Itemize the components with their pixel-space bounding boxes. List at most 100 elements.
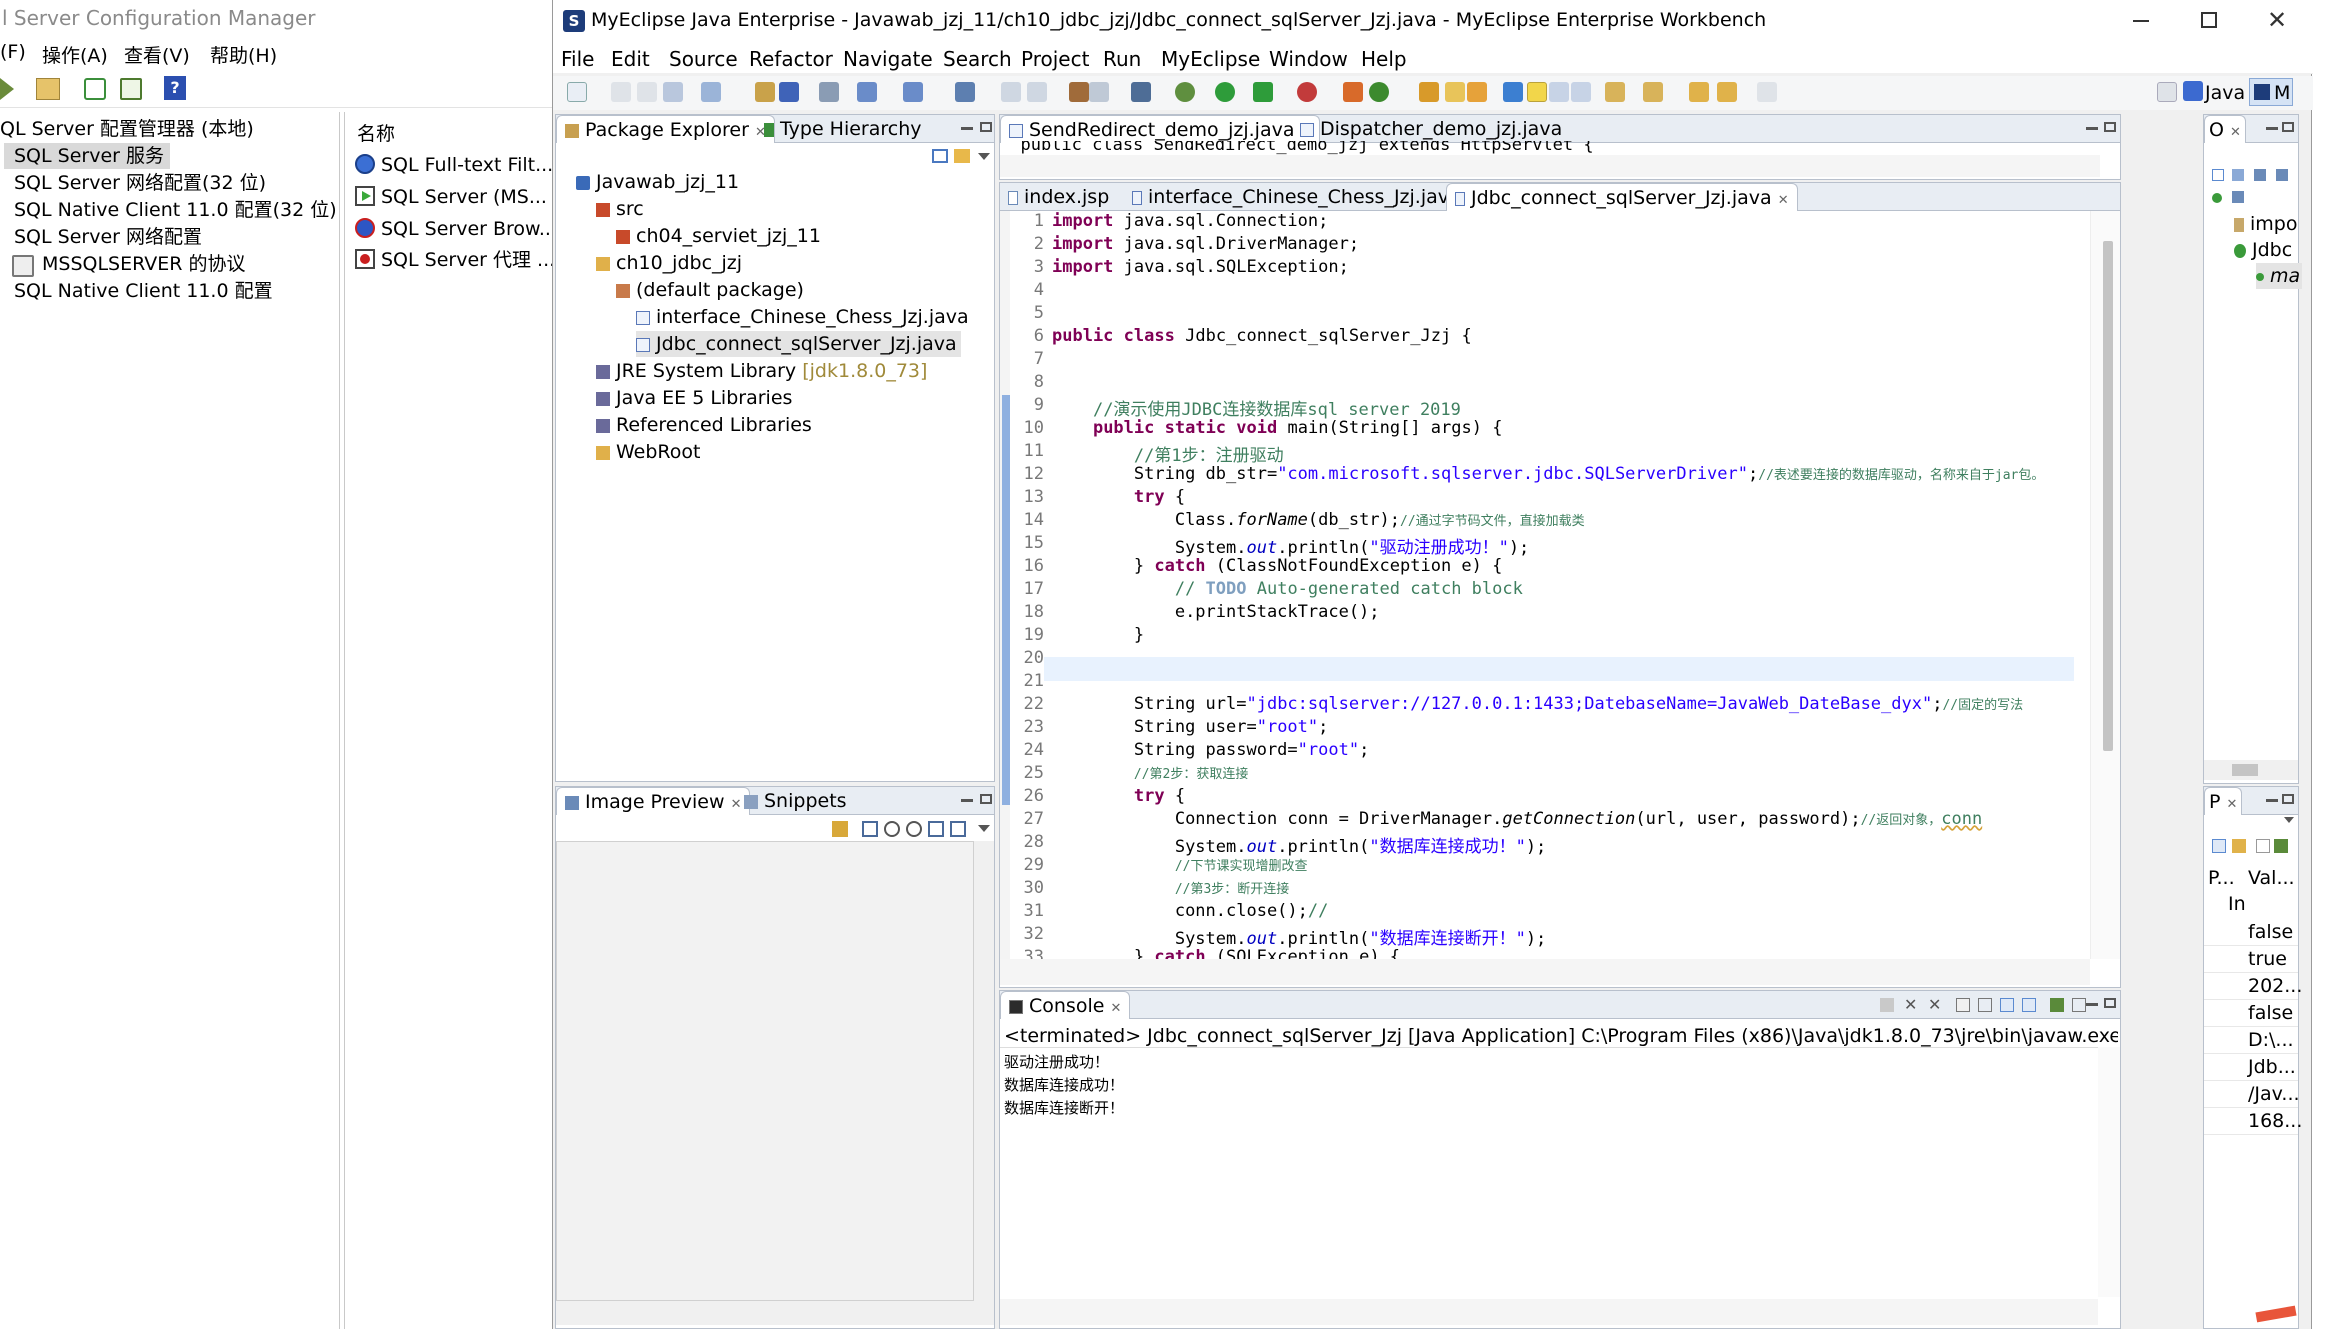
show-stdout-icon[interactable] (2000, 998, 2014, 1012)
tab-image-preview[interactable]: Image Preview ✕ (556, 787, 751, 815)
menu-edit[interactable]: Edit (611, 47, 650, 71)
vertical-scrollbar[interactable] (2090, 211, 2120, 959)
menu-refactor[interactable]: Refactor (749, 47, 833, 71)
minimize-icon[interactable] (2086, 1003, 2098, 1006)
maximize-icon[interactable] (2104, 998, 2116, 1008)
view-menu-icon[interactable] (978, 825, 990, 832)
tab-interface-chess[interactable]: interface_Chinese_Chess_Jzj.java (1124, 183, 1469, 211)
maximize-icon[interactable] (2201, 12, 2217, 28)
sql-list-item[interactable]: SQL Server 代理 ... (381, 247, 555, 273)
new-class-icon[interactable] (1369, 82, 1389, 102)
menu-project[interactable]: Project (1021, 47, 1089, 71)
scrollbar-thumb[interactable] (2232, 764, 2258, 776)
tree-source-folder[interactable]: ch10_jdbc_jzj (596, 250, 742, 276)
close-icon[interactable]: ✕ (2267, 6, 2287, 34)
annotation-icon[interactable] (1503, 82, 1523, 102)
tab-outline[interactable]: O ✕ (2204, 115, 2246, 143)
prop-value[interactable]: Jdb... (2248, 1056, 2296, 1078)
profile-icon[interactable] (1297, 82, 1317, 102)
menu-file[interactable]: File (561, 47, 594, 71)
web-browser-icon[interactable] (955, 82, 975, 102)
prop-value[interactable]: /Jav... (2248, 1083, 2300, 1105)
prop-col-property[interactable]: P... (2208, 867, 2235, 889)
folder-up-icon[interactable] (36, 78, 60, 100)
prop-value[interactable]: 168... (2248, 1110, 2302, 1132)
clear-console-icon[interactable] (1956, 998, 1970, 1012)
prop-value[interactable]: D:\... (2248, 1029, 2294, 1051)
scroll-lock-icon[interactable] (1978, 998, 1992, 1012)
menu-help[interactable]: Help (1361, 47, 1407, 71)
export-icon[interactable] (120, 78, 142, 100)
horizontal-scrollbar[interactable] (2204, 760, 2298, 780)
restore-default-icon[interactable] (2274, 839, 2288, 853)
forward-icon[interactable] (1027, 82, 1047, 102)
new-project-icon[interactable] (701, 82, 721, 102)
tree-javaee-libraries[interactable]: Java EE 5 Libraries (596, 385, 792, 411)
hide-static-icon[interactable] (2276, 169, 2288, 181)
prop-value[interactable]: false (2248, 921, 2293, 943)
block-select-icon[interactable] (1549, 82, 1569, 102)
new-java-project-icon[interactable] (1343, 82, 1363, 102)
sql-tree-network[interactable]: SQL Server 网络配置 (14, 224, 202, 250)
horizontal-scrollbar[interactable] (556, 1301, 994, 1325)
tab-package-explorer[interactable]: Package Explorer ✕ (556, 115, 775, 143)
link-editor-icon[interactable] (954, 149, 970, 163)
remove-launch-icon[interactable]: ✕ (1904, 995, 1917, 1014)
tree-file-selected[interactable]: Jdbc_connect_sqlServer_Jzj.java (636, 331, 961, 357)
settings-icon[interactable] (832, 821, 848, 837)
remove-all-icon[interactable]: ✕ (1928, 995, 1941, 1014)
save-all-icon[interactable] (637, 82, 657, 102)
sql-list-item[interactable]: SQL Full-text Filt... (381, 152, 553, 178)
maximize-icon[interactable] (980, 122, 992, 132)
maximize-icon[interactable] (2282, 794, 2294, 804)
prev-annotation-icon[interactable] (1643, 82, 1663, 102)
tab-type-hierarchy[interactable]: Type Hierarchy (756, 115, 930, 143)
minimize-icon[interactable] (961, 127, 973, 130)
perspective-myeclipse-active[interactable]: M (2249, 78, 2293, 106)
sql-menu-action[interactable]: 操作(A) (42, 41, 108, 68)
tab-dispatcher[interactable]: Dispatcher_demo_jzj.java (1292, 115, 1570, 143)
sql-menu-help[interactable]: 帮助(H) (210, 41, 277, 68)
menu-window[interactable]: Window (1269, 47, 1348, 71)
tab-console[interactable]: Console ✕ (1000, 991, 1131, 1019)
close-icon[interactable]: ✕ (1778, 193, 1789, 208)
sql-list-header[interactable]: 名称 (357, 121, 395, 147)
history-icon[interactable] (1089, 82, 1109, 102)
deploy-icon[interactable] (779, 82, 799, 102)
menu-run[interactable]: Run (1103, 47, 1141, 71)
code-editor[interactable]: 1 2 3 4 5 6 7 8 9 10 11 12 13 14 15 16 1… (1000, 211, 2090, 959)
terminal-icon[interactable] (1131, 82, 1151, 102)
maximize-icon[interactable] (2282, 122, 2294, 132)
tree-package[interactable]: ch04_serviet_jzj_11 (616, 223, 821, 249)
nav-back-icon[interactable] (1717, 82, 1737, 102)
close-icon[interactable]: ✕ (1110, 1001, 1121, 1016)
open-perspective-icon[interactable] (2157, 82, 2177, 102)
tab-sendredirect[interactable]: SendRedirect_demo_jzj.java ✕ (1000, 115, 1321, 143)
server-icon[interactable] (819, 82, 839, 102)
open-folder-icon[interactable] (1419, 82, 1439, 102)
sql-tree-native32[interactable]: SQL Native Client 11.0 配置(32 位) (14, 197, 337, 223)
outline-item-method[interactable]: ma (2256, 263, 2303, 289)
sql-tree-services[interactable]: SQL Server 服务 (4, 143, 170, 169)
tree-src[interactable]: src (596, 196, 644, 222)
tree-file[interactable]: interface_Chinese_Chess_Jzj.java (636, 304, 969, 330)
last-edit-icon[interactable] (1689, 82, 1709, 102)
outline-item-class[interactable]: Jdbc (2234, 237, 2292, 263)
run-external-icon[interactable] (1253, 82, 1273, 102)
collapse-all-icon[interactable] (2212, 169, 2224, 181)
collapse-all-icon[interactable] (932, 149, 948, 163)
sql-list-item[interactable]: SQL Server (MS... (381, 184, 547, 210)
sql-list-item[interactable]: SQL Server Brow... (381, 216, 557, 242)
sort-icon[interactable] (2232, 169, 2244, 181)
minimize-icon[interactable] (2266, 799, 2278, 802)
maximize-icon[interactable] (2104, 122, 2116, 132)
prop-value[interactable]: false (2248, 1002, 2293, 1024)
tab-properties[interactable]: P ✕ (2204, 787, 2243, 815)
vertical-scrollbar[interactable] (974, 841, 994, 1301)
horizontal-scrollbar[interactable] (1000, 155, 2100, 177)
run-icon[interactable] (1215, 82, 1235, 102)
show-whitespace-icon[interactable] (1571, 82, 1591, 102)
tab-index-jsp[interactable]: index.jsp (1000, 183, 1117, 211)
pin-console-icon[interactable] (2050, 998, 2064, 1012)
horizontal-scrollbar[interactable] (1000, 959, 2090, 985)
